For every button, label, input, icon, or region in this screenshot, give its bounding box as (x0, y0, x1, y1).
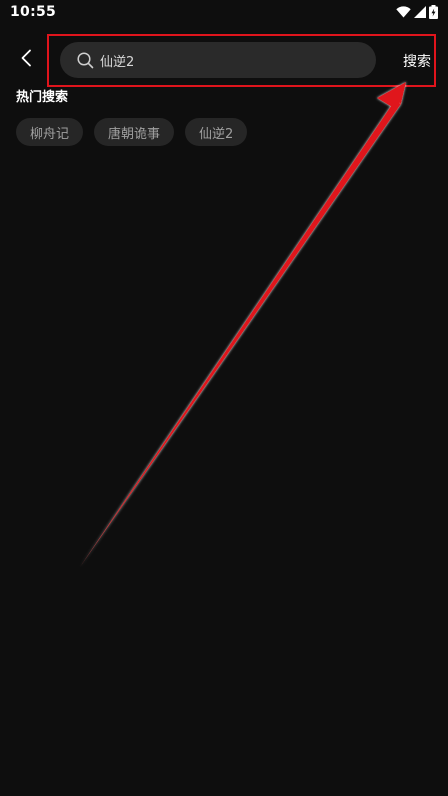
hot-search-tag[interactable]: 唐朝诡事 (94, 118, 175, 146)
search-input[interactable] (100, 42, 376, 78)
back-button[interactable] (12, 46, 40, 74)
hot-search-tags: 柳舟记 唐朝诡事 仙逆2 (16, 118, 248, 146)
hot-search-title: 热门搜索 (16, 90, 69, 105)
signal-icon (414, 6, 426, 18)
status-icons (396, 5, 438, 19)
screen: 10:55 仙逆2 搜索 热门搜索 柳舟记 唐朝诡事 仙逆2 (0, 0, 448, 796)
battery-icon (429, 5, 438, 19)
status-time: 10:55 (10, 4, 57, 20)
search-box[interactable] (60, 42, 376, 78)
wifi-icon (396, 6, 411, 18)
search-icon (76, 51, 94, 69)
search-header: 搜索 (0, 40, 448, 80)
status-bar: 10:55 (0, 0, 448, 26)
chevron-left-icon (20, 49, 32, 71)
search-button[interactable]: 搜索 (403, 51, 431, 71)
hot-search-tag[interactable]: 仙逆2 (185, 118, 248, 146)
hot-search-tag[interactable]: 柳舟记 (16, 118, 84, 146)
